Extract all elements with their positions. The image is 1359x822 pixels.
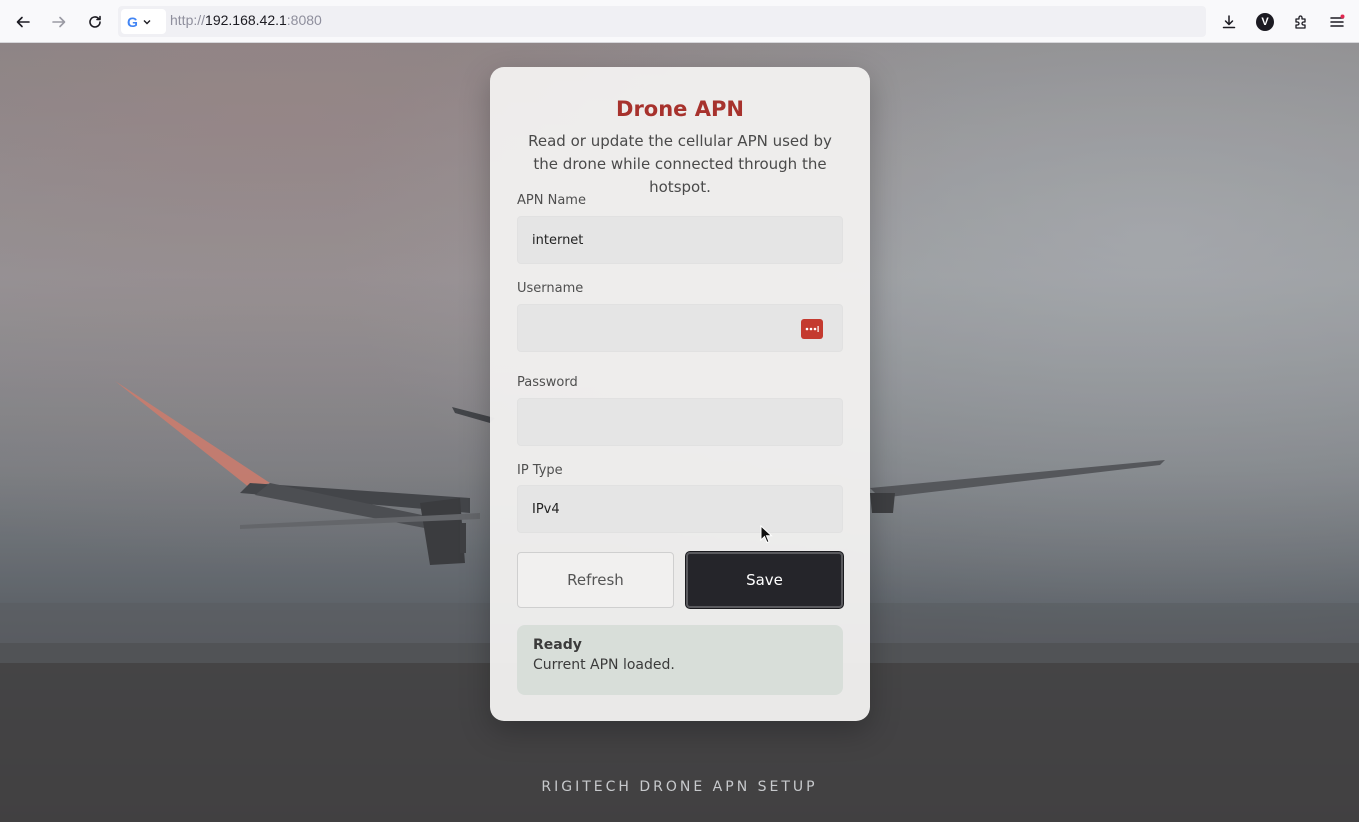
google-logo-icon: G <box>127 13 138 30</box>
url-port: :8080 <box>286 12 322 28</box>
apn-name-label: APN Name <box>517 193 586 208</box>
footer-text: RIGITECH DRONE APN SETUP <box>541 779 818 795</box>
username-input[interactable] <box>517 304 843 352</box>
page-subtitle: Read or update the cellular APN used by … <box>528 132 832 196</box>
ip-type-input[interactable] <box>517 485 843 533</box>
reload-icon <box>89 15 101 28</box>
menu-button[interactable] <box>1323 8 1351 36</box>
mouse-cursor-icon <box>760 525 773 544</box>
site-info-button[interactable]: G <box>121 9 166 34</box>
password-label: Password <box>517 375 578 390</box>
username-label: Username <box>517 281 584 296</box>
downloads-button[interactable] <box>1215 8 1243 36</box>
ip-type-label: IP Type <box>517 463 563 478</box>
save-button[interactable]: Save <box>686 552 843 608</box>
download-icon <box>1222 15 1236 29</box>
url-text[interactable]: http://192.168.42.1:8080 <box>170 12 322 28</box>
profile-button[interactable]: V <box>1251 8 1279 36</box>
status-message: Current APN loaded. <box>533 657 675 673</box>
status-title: Ready <box>533 637 582 653</box>
puzzle-icon <box>1295 15 1306 29</box>
extensions-button[interactable] <box>1287 8 1315 36</box>
arrow-right-icon <box>52 16 66 28</box>
back-button[interactable] <box>9 8 37 36</box>
url-host: 192.168.42.1 <box>205 12 287 28</box>
url-bar[interactable]: G http://192.168.42.1:8080 <box>118 6 1206 37</box>
avatar: V <box>1256 13 1274 31</box>
reload-button[interactable] <box>81 8 109 36</box>
page-title: Drone APN <box>616 97 744 121</box>
password-input[interactable] <box>517 398 843 446</box>
chevron-down-icon <box>143 19 151 24</box>
password-manager-icon[interactable] <box>801 319 823 339</box>
browser-toolbar: G http://192.168.42.1:8080 V <box>0 0 1359 43</box>
forward-button[interactable] <box>45 8 73 36</box>
url-scheme: http:// <box>170 12 206 28</box>
hamburger-icon <box>1330 14 1345 27</box>
arrow-left-icon <box>16 16 30 28</box>
refresh-button[interactable]: Refresh <box>517 552 674 608</box>
apn-card: Drone APN Read or update the cellular AP… <box>490 67 870 721</box>
status-box: Ready Current APN loaded. <box>517 625 843 695</box>
apn-name-input[interactable] <box>517 216 843 264</box>
page-background: Drone APN Read or update the cellular AP… <box>0 43 1359 822</box>
